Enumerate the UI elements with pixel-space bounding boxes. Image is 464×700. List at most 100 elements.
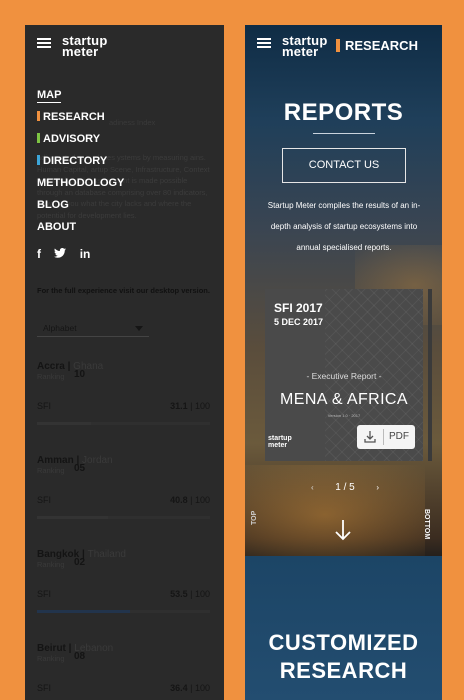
- city-name: Amman: [37, 455, 74, 466]
- rank-value: 05: [74, 463, 86, 474]
- score-bar-fill: [37, 422, 91, 425]
- score-bar-fill: [37, 516, 108, 519]
- report-card[interactable]: SFI 2017 5 DEC 2017 - Executive Report -…: [265, 289, 423, 461]
- menu-item-label: RESEARCH: [43, 111, 105, 123]
- menu-item-directory[interactable]: DIRECTORY: [37, 155, 107, 167]
- next-section-title: CUSTOMIZED RESEARCH: [245, 629, 442, 685]
- menu-item-label: DIRECTORY: [43, 155, 108, 167]
- research-screen: startup meter RESEARCH REPORTS CONTACT U…: [245, 25, 442, 700]
- accent-bar: [336, 39, 340, 52]
- score: 53.5: [170, 589, 188, 599]
- rank-value: 10: [74, 369, 86, 380]
- score-bar-fill: [37, 610, 130, 613]
- menu-accent-bar: [37, 111, 40, 121]
- desktop-version-note[interactable]: For the full experience visit our deskto…: [37, 285, 213, 296]
- separator: |: [65, 643, 75, 654]
- sort-select-value: Alphabet: [43, 323, 77, 333]
- score-bar: [37, 610, 210, 613]
- card-logo: startup meter: [268, 435, 292, 449]
- menu-item-research[interactable]: RESEARCH: [37, 111, 105, 123]
- menu-item-blog[interactable]: BLOG: [37, 199, 69, 211]
- menu-icon[interactable]: [37, 38, 51, 48]
- section-tag: RESEARCH: [336, 38, 418, 53]
- pager-count: 1 / 5: [335, 482, 355, 493]
- title-divider: [313, 133, 375, 134]
- rank-label: Ranking: [37, 654, 65, 663]
- sort-select[interactable]: Alphabet: [37, 321, 149, 337]
- download-pdf-button[interactable]: PDF: [357, 425, 415, 449]
- menu-item-label: METHODOLOGY: [37, 177, 125, 189]
- prev-arrow-icon[interactable]: ‹: [311, 481, 314, 495]
- metric-label: SFI: [37, 683, 52, 693]
- score-bar: [37, 516, 210, 519]
- score-bar: [37, 422, 210, 425]
- city-name: Beirut: [37, 643, 66, 654]
- rank-label: Ranking: [37, 372, 65, 381]
- next-report-card[interactable]: [428, 289, 432, 461]
- metric-label: SFI: [37, 495, 52, 505]
- score-max: 100: [194, 589, 210, 599]
- score-value: 40.8 | 100: [170, 495, 210, 505]
- menu-item-label: BLOG: [37, 199, 69, 211]
- menu-item-about[interactable]: ABOUT: [37, 221, 76, 233]
- rank-value: 02: [74, 557, 86, 568]
- startup-meter-logo[interactable]: startup meter: [282, 34, 327, 58]
- index-title: adiness Index: [109, 118, 156, 127]
- menu-item-label: ABOUT: [37, 221, 77, 233]
- scroll-bottom-link[interactable]: BOTTOM: [423, 509, 430, 539]
- mobile-menu-screen: adiness Index adiness Index analyses yst…: [25, 25, 224, 700]
- score: 31.1: [170, 401, 188, 411]
- card-logo-line-2: meter: [268, 442, 288, 449]
- city-country: Jordan: [82, 455, 113, 466]
- chevron-down-icon: [135, 326, 143, 331]
- contact-us-button[interactable]: CONTACT US: [282, 148, 406, 183]
- city-name: Accra: [37, 361, 65, 372]
- pdf-label: PDF: [389, 431, 409, 442]
- report-date: 5 DEC 2017: [274, 317, 324, 327]
- menu-item-label: MAP: [37, 89, 62, 101]
- startup-meter-logo[interactable]: startup meter: [62, 34, 107, 58]
- menu-item-advisory[interactable]: ADVISORY: [37, 133, 100, 145]
- menu-icon[interactable]: [257, 38, 271, 48]
- facebook-icon[interactable]: f: [37, 247, 41, 261]
- city-country: Thailand: [87, 549, 126, 560]
- score-value: 53.5 | 100: [170, 589, 210, 599]
- city-name: Bangkok: [37, 549, 80, 560]
- score-value: 31.1 | 100: [170, 401, 210, 411]
- background-glow: [245, 465, 425, 565]
- score: 36.4: [170, 683, 188, 693]
- scroll-down-arrow-icon[interactable]: [333, 518, 353, 542]
- next-section-title-line-2: RESEARCH: [279, 658, 408, 683]
- city-list-item[interactable]: Accra | Ghana Ranking 10 SFI 31.1 | 100: [37, 356, 212, 446]
- social-links: f in: [37, 247, 100, 261]
- section-tag-label: RESEARCH: [345, 38, 418, 53]
- linkedin-icon[interactable]: in: [80, 247, 91, 261]
- menu-accent-bar: [37, 133, 40, 143]
- metric-label: SFI: [37, 401, 52, 411]
- city-list-item[interactable]: Beirut | Lebanon Ranking 08 SFI 36.4 | 100: [37, 638, 212, 700]
- carousel-pager: ‹ 1 / 5 ›: [305, 481, 385, 495]
- menu-accent-bar: [37, 155, 40, 165]
- rank-label: Ranking: [37, 466, 65, 475]
- metric-label: SFI: [37, 589, 52, 599]
- scroll-top-link[interactable]: TOP: [251, 511, 258, 525]
- score-value: 36.4 | 100: [170, 683, 210, 693]
- rank-label: Ranking: [37, 560, 65, 569]
- score: 40.8: [170, 495, 188, 505]
- menu-item-label: ADVISORY: [43, 133, 101, 145]
- next-section-title-line-1: CUSTOMIZED: [268, 630, 419, 655]
- report-region: MENA & AFRICA: [280, 391, 408, 408]
- report-version: Version 1.0 · 2017: [327, 413, 361, 418]
- report-year: SFI 2017: [274, 301, 323, 315]
- city-list-item[interactable]: Amman | Jordan Ranking 05 SFI 40.8 | 100: [37, 450, 212, 540]
- city-list-item[interactable]: Bangkok | Thailand Ranking 02 SFI 53.5 | 100: [37, 544, 212, 634]
- page-title: REPORTS: [283, 99, 404, 126]
- next-arrow-icon[interactable]: ›: [376, 481, 379, 495]
- twitter-icon[interactable]: [54, 247, 69, 261]
- separator: |: [64, 361, 74, 372]
- score-max: 100: [194, 683, 210, 693]
- report-subtitle: - Executive Report -: [306, 371, 382, 381]
- download-icon: [364, 431, 376, 443]
- menu-item-methodology[interactable]: METHODOLOGY: [37, 177, 124, 189]
- menu-item-map[interactable]: MAP: [37, 89, 62, 103]
